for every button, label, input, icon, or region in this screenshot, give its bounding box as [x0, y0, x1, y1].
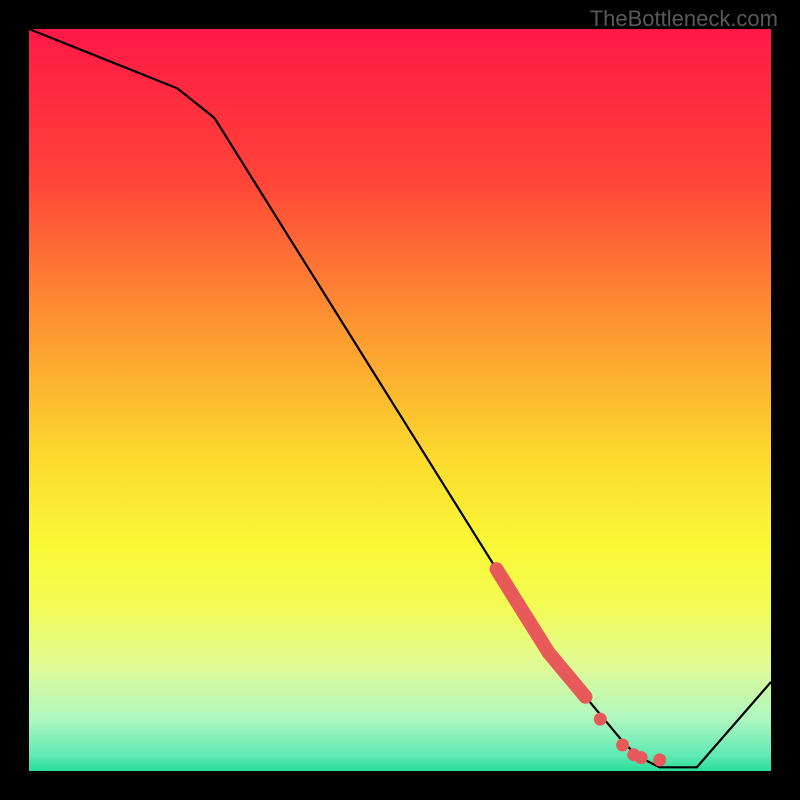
watermark-text: TheBottleneck.com [590, 6, 778, 32]
chart-svg [29, 29, 771, 771]
highlight-dot [594, 713, 607, 726]
highlight-dot [653, 753, 666, 766]
chart-background [29, 29, 771, 771]
highlight-dot [616, 739, 629, 752]
chart-plot-area [29, 29, 771, 771]
highlight-dot [635, 751, 648, 764]
